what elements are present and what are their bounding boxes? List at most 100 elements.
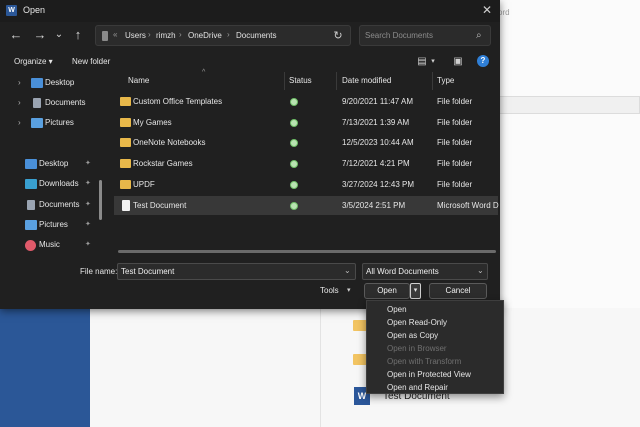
sidebar-item-documents[interactable]: › Documents — [0, 94, 100, 112]
downloads-icon — [25, 179, 37, 189]
file-type: File folder — [437, 138, 473, 147]
pin-icon: ✦ — [85, 221, 91, 228]
dialog-title: Open — [23, 5, 46, 15]
folder-icon — [120, 159, 131, 168]
word-divider — [320, 308, 321, 427]
forward-arrow-icon[interactable]: → — [32, 27, 48, 43]
menu-item-open-and-repair[interactable]: Open and Repair — [367, 381, 503, 394]
pin-icon: ✦ — [85, 180, 91, 187]
word-app-icon: W — [6, 5, 17, 16]
menu-item-open-with-transform: Open with Transform — [387, 357, 462, 366]
sidebar-item-label: Downloads — [39, 179, 79, 188]
file-type: File folder — [437, 180, 473, 189]
search-placeholder: Search Documents — [365, 31, 434, 40]
new-folder-button[interactable]: New folder — [72, 57, 110, 66]
file-type: Microsoft Word D — [437, 201, 499, 210]
menu-item-open-read-only[interactable]: Open Read-Only — [367, 316, 503, 329]
file-date: 12/5/2023 10:44 AM — [342, 138, 414, 147]
menu-item-open[interactable]: Open — [367, 303, 503, 316]
view-options-icon[interactable]: ▤ — [416, 54, 428, 69]
file-name: OneNote Notebooks — [133, 138, 206, 147]
music-icon — [25, 240, 36, 251]
breadcrumb-onedrive[interactable]: OneDrive — [188, 31, 222, 40]
breadcrumb-users[interactable]: Users — [125, 31, 146, 40]
file-row[interactable]: UPDF 3/27/2024 12:43 PM File folder — [114, 175, 498, 194]
close-icon[interactable]: ✕ — [478, 2, 496, 18]
word-recent-folder-icon — [353, 354, 367, 365]
quick-access-music[interactable]: Music ✦ — [0, 236, 100, 254]
sidebar-item-label: Desktop — [39, 159, 69, 168]
tools-button[interactable]: Tools — [320, 286, 339, 295]
address-bar[interactable]: « Users › rimzh › OneDrive › Documents — [95, 25, 351, 46]
horizontal-scrollbar[interactable] — [118, 250, 496, 253]
file-type: File folder — [437, 159, 473, 168]
quick-access-documents[interactable]: Documents ✦ — [0, 196, 100, 214]
expand-chevron-icon[interactable]: › — [18, 118, 21, 127]
file-row[interactable]: OneNote Notebooks 12/5/2023 10:44 AM Fil… — [114, 133, 498, 152]
view-dropdown-chevron-icon[interactable]: ▾ — [429, 54, 437, 69]
file-row[interactable]: My Games 7/13/2021 1:39 AM File folder — [114, 113, 498, 132]
pin-icon: ✦ — [85, 241, 91, 248]
file-row[interactable]: Custom Office Templates 9/20/2021 11:47 … — [114, 92, 498, 111]
column-header-status[interactable]: Status — [289, 76, 312, 85]
open-button[interactable]: Open — [364, 283, 410, 299]
file-name-value: Test Document — [121, 267, 175, 276]
file-date: 9/20/2021 11:47 AM — [342, 97, 414, 106]
refresh-icon[interactable]: ↻ — [331, 29, 345, 43]
open-options-menu: Open Open Read-Only Open as Copy Open in… — [366, 300, 504, 394]
menu-item-open-in-protected-view[interactable]: Open in Protected View — [367, 368, 503, 381]
cancel-button[interactable]: Cancel — [429, 283, 487, 299]
file-type: File folder — [437, 118, 473, 127]
sync-status-icon — [290, 139, 298, 147]
recent-locations-chevron-icon[interactable]: ⌄ — [51, 27, 67, 43]
desktop-icon — [31, 78, 43, 88]
chevron-down-icon: ⌄ — [477, 266, 484, 275]
column-divider[interactable] — [432, 72, 433, 90]
help-icon[interactable]: ? — [477, 55, 489, 67]
sidebar-item-label: Documents — [45, 98, 86, 107]
column-header-type[interactable]: Type — [437, 76, 454, 85]
back-arrow-icon[interactable]: ← — [8, 27, 24, 43]
quick-access-pictures[interactable]: Pictures ✦ — [0, 216, 100, 234]
search-icon: ⌕ — [476, 30, 482, 41]
sidebar-scrollbar[interactable] — [99, 180, 102, 220]
expand-chevron-icon[interactable]: › — [18, 98, 21, 107]
tools-chevron-icon[interactable]: ▾ — [347, 286, 351, 294]
column-divider[interactable] — [284, 72, 285, 90]
file-name-field[interactable]: Test Document ⌄ — [117, 263, 356, 280]
open-dialog: W Open ✕ ← → ⌄ ↑ « Users › rimzh › OneDr… — [0, 0, 500, 309]
quick-access-desktop[interactable]: Desktop ✦ — [0, 155, 100, 173]
file-row[interactable]: Rockstar Games 7/12/2021 4:21 PM File fo… — [114, 154, 498, 173]
file-type-select[interactable]: All Word Documents ⌄ — [362, 263, 488, 280]
file-type: File folder — [437, 97, 473, 106]
file-list: Name ^ Status Date modified Type Custom … — [108, 69, 499, 256]
breadcrumb-documents[interactable]: Documents — [236, 31, 276, 40]
pictures-icon — [31, 118, 43, 128]
breadcrumb-overflow[interactable]: « — [113, 30, 117, 39]
column-header-name[interactable]: Name — [128, 76, 149, 85]
quick-access-downloads[interactable]: Downloads ✦ — [0, 175, 100, 193]
sync-status-icon — [290, 181, 298, 189]
sidebar-item-pictures[interactable]: › Pictures — [0, 114, 100, 132]
preview-pane-icon[interactable]: ▣ — [452, 54, 464, 69]
breadcrumb-rimzh[interactable]: rimzh — [156, 31, 176, 40]
sidebar-item-desktop[interactable]: › Desktop — [0, 74, 100, 92]
documents-icon — [33, 98, 41, 108]
expand-chevron-icon[interactable]: › — [18, 78, 21, 87]
menu-item-open-as-copy[interactable]: Open as Copy — [367, 329, 503, 342]
sync-status-icon — [290, 160, 298, 168]
column-header-date-modified[interactable]: Date modified — [342, 76, 391, 85]
desktop-icon — [25, 159, 37, 169]
file-name: Test Document — [133, 201, 187, 210]
column-divider[interactable] — [336, 72, 337, 90]
file-row-selected[interactable]: Test Document 3/5/2024 2:51 PM Microsoft… — [114, 196, 499, 215]
search-input[interactable]: Search Documents ⌕ — [359, 25, 491, 46]
file-date: 7/13/2021 1:39 AM — [342, 118, 410, 127]
file-name-label: File name: — [80, 267, 118, 276]
up-arrow-icon[interactable]: ↑ — [70, 27, 86, 43]
organize-button[interactable]: Organize ▾ — [14, 57, 53, 66]
word-recent-folder-icon — [353, 320, 367, 331]
word-document-icon — [122, 200, 130, 211]
chevron-down-icon[interactable]: ⌄ — [344, 266, 351, 275]
open-split-dropdown-button[interactable]: ▾ — [410, 283, 421, 299]
